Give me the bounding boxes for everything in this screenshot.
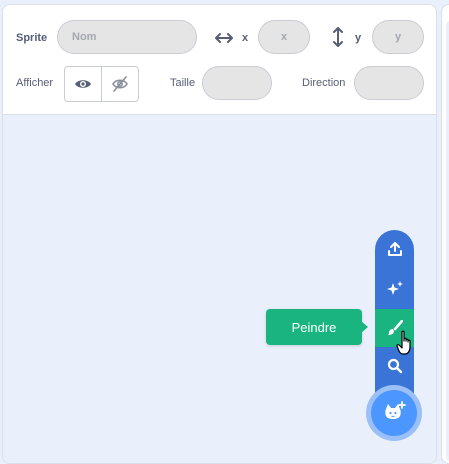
sparkle-icon xyxy=(386,281,403,295)
y-label: y xyxy=(355,32,362,44)
direction-label: Direction xyxy=(302,77,346,89)
sprite-label: Sprite xyxy=(16,32,48,44)
size-label: Taille xyxy=(170,77,196,89)
tooltip-arrow xyxy=(361,321,368,333)
choose-sprite-button[interactable] xyxy=(366,385,422,441)
cat-plus-icon xyxy=(385,401,406,419)
show-button[interactable] xyxy=(65,67,102,101)
visibility-toggle xyxy=(64,66,139,102)
paint-tooltip: Peindre xyxy=(266,309,362,345)
hide-button[interactable] xyxy=(102,67,138,101)
eye-slash-icon xyxy=(112,76,128,92)
upload-sprite-button[interactable] xyxy=(375,230,414,268)
choose-sprite-core[interactable] xyxy=(371,390,417,436)
x-label: x xyxy=(242,32,249,44)
stage-pane-edge xyxy=(441,4,449,464)
y-input[interactable]: y xyxy=(372,20,424,54)
vertical-arrows-icon xyxy=(332,27,344,52)
hand-cursor-icon xyxy=(396,330,416,361)
upload-icon xyxy=(387,242,402,256)
show-label: Afficher xyxy=(16,77,54,89)
x-input[interactable]: x xyxy=(258,20,310,54)
surprise-button[interactable] xyxy=(375,270,414,308)
sprite-name-input[interactable]: Nom xyxy=(57,20,197,54)
sprite-add-menu xyxy=(375,230,414,410)
direction-input[interactable] xyxy=(354,66,424,100)
eye-icon xyxy=(75,80,91,88)
sprite-info-panel: Sprite Nom x x y y Afficher Taille Direc… xyxy=(3,5,436,115)
horizontal-arrows-icon xyxy=(215,31,233,49)
size-input[interactable] xyxy=(202,66,272,100)
